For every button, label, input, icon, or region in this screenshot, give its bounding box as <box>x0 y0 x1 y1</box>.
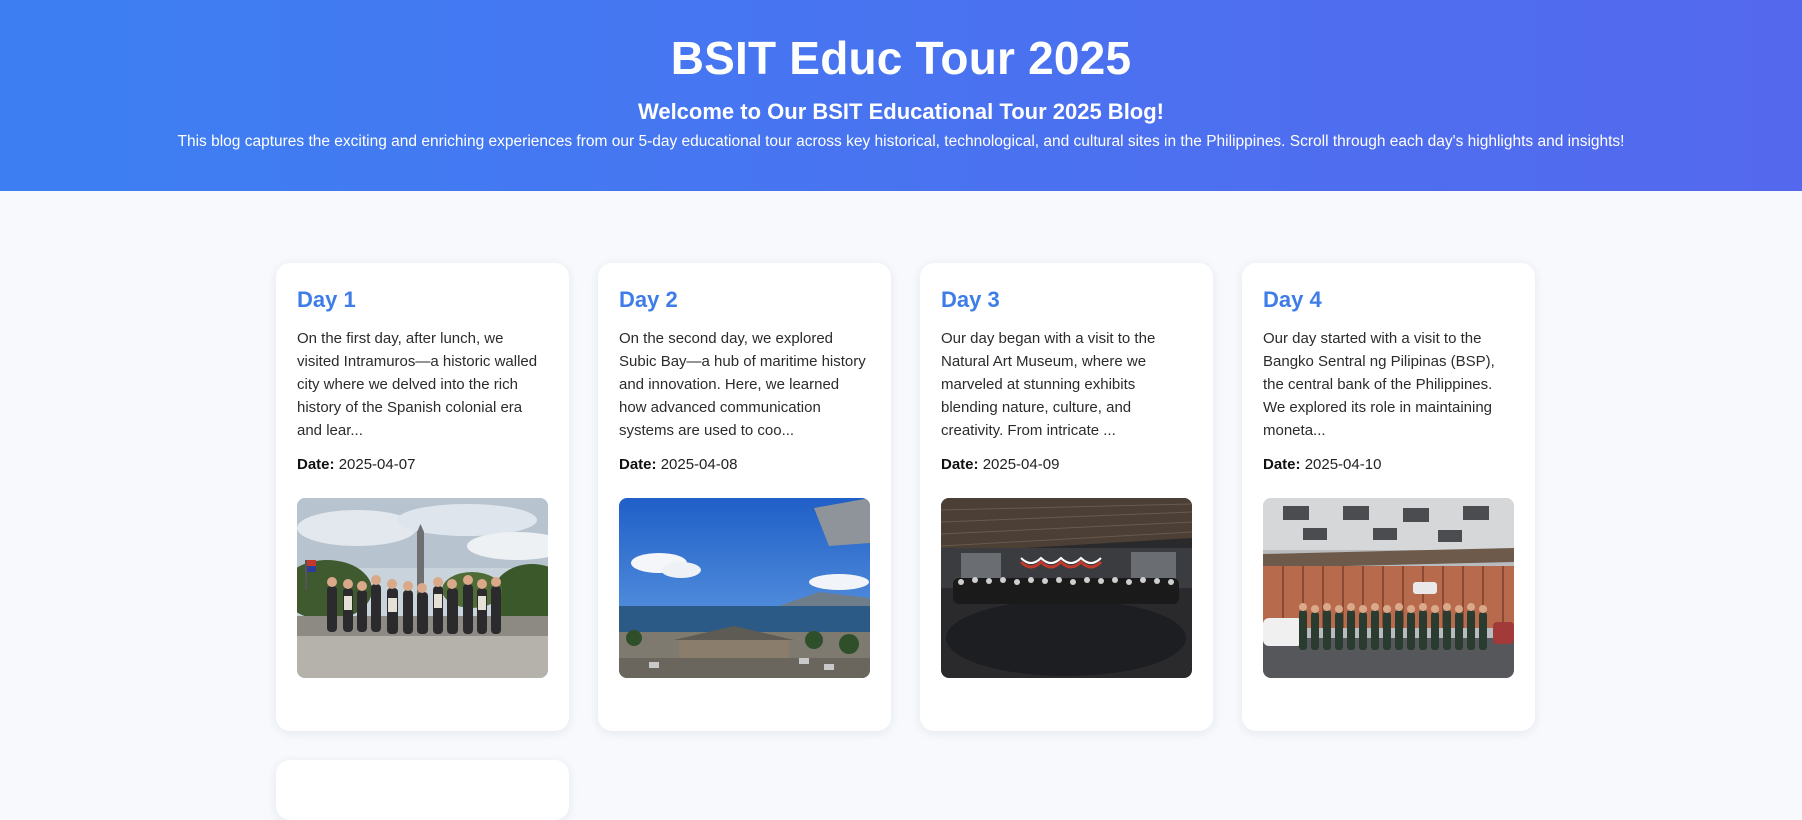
post-date: Date: 2025-04-07 <box>297 453 548 476</box>
page-title: BSIT Educ Tour 2025 <box>670 32 1132 84</box>
date-value: 2025-04-08 <box>660 456 738 473</box>
subic-bay-image <box>619 498 870 678</box>
post-card-day-5[interactable] <box>276 760 569 820</box>
post-excerpt: On the second day, we explored Subic Bay… <box>619 330 866 439</box>
post-card-day-4[interactable]: Day 4 Our day started with a visit to th… <box>1242 263 1535 731</box>
date-label: Date: <box>1263 456 1301 473</box>
posts-grid: Day 1 On the first day, after lunch, we … <box>276 263 1536 820</box>
post-title[interactable]: Day 3 <box>941 285 1192 315</box>
date-value: 2025-04-09 <box>982 456 1060 473</box>
post-title[interactable]: Day 4 <box>1263 285 1514 315</box>
post-card-day-1[interactable]: Day 1 On the first day, after lunch, we … <box>276 263 569 731</box>
post-photo[interactable] <box>619 498 870 678</box>
date-value: 2025-04-10 <box>1304 456 1382 473</box>
date-value: 2025-04-07 <box>338 456 416 473</box>
post-card-day-3[interactable]: Day 3 Our day began with a visit to the … <box>920 263 1213 731</box>
post-excerpt: Our day began with a visit to the Natura… <box>941 330 1156 439</box>
page-subtitle: Welcome to Our BSIT Educational Tour 202… <box>637 99 1165 124</box>
post-photo[interactable] <box>297 498 548 678</box>
date-label: Date: <box>941 456 979 473</box>
building-group-image <box>1263 498 1514 678</box>
post-excerpt: Our day started with a visit to the Bang… <box>1263 330 1495 439</box>
post-date: Date: 2025-04-09 <box>941 453 1192 476</box>
page-header: BSIT Educ Tour 2025 Welcome to Our BSIT … <box>0 0 1802 191</box>
museum-group-image <box>941 498 1192 678</box>
post-title[interactable]: Day 2 <box>619 285 870 315</box>
post-card-day-2[interactable]: Day 2 On the second day, we explored Sub… <box>598 263 891 731</box>
post-excerpt: On the first day, after lunch, we visite… <box>297 330 538 439</box>
date-label: Date: <box>297 456 335 473</box>
post-title[interactable]: Day 1 <box>297 285 548 315</box>
page-intro: This blog captures the exciting and enri… <box>177 133 1625 150</box>
post-date: Date: 2025-04-10 <box>1263 453 1514 476</box>
post-photo[interactable] <box>941 498 1192 678</box>
date-label: Date: <box>619 456 657 473</box>
post-photo[interactable] <box>1263 498 1514 678</box>
group-photo-park-image <box>297 498 548 678</box>
post-date: Date: 2025-04-08 <box>619 453 870 476</box>
